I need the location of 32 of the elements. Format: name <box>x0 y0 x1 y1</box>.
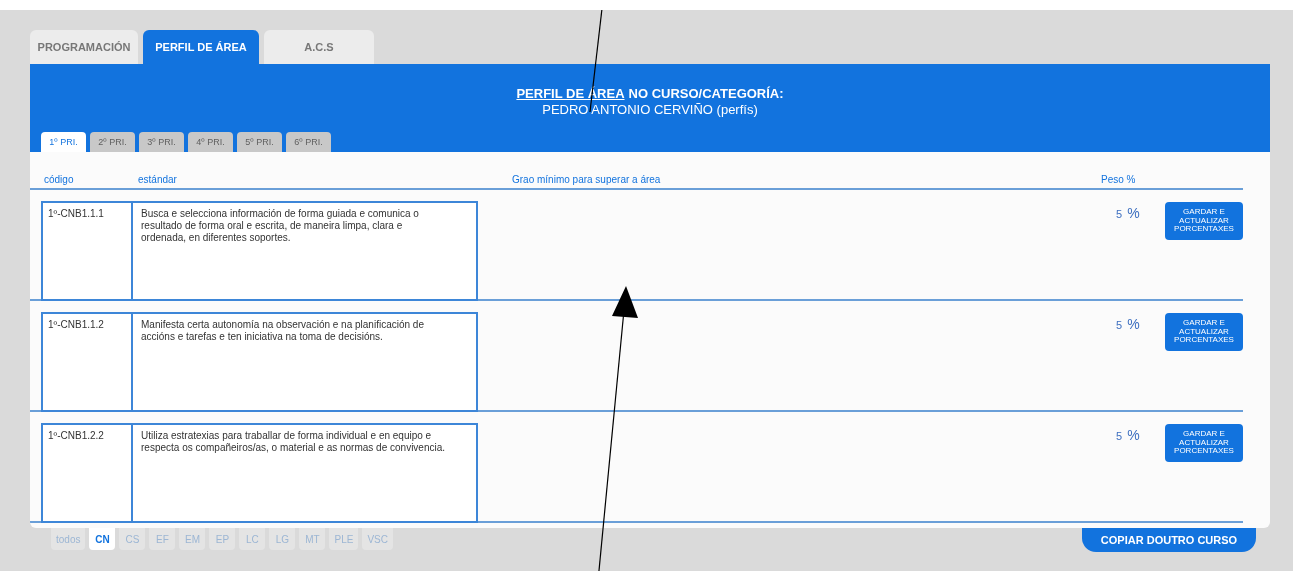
column-header: código <box>44 174 74 185</box>
course-tab[interactable]: 6º PRI. <box>286 132 331 152</box>
copy-button[interactable]: COPIAR DOUTRO CURSO <box>1082 528 1256 552</box>
save-button[interactable]: GARDAR E ACTUALIZAR PORCENTAXES <box>1165 313 1243 351</box>
weight-value: 5 <box>1116 319 1123 331</box>
standard-cell-text: Busca e selecciona información de forma guiada e comunica o resultado de forma oral e escrita, de maneira limpa, clara e ordenada, en diferentes soportes. <box>140 207 420 245</box>
course-tab[interactable]: 2º PRI. <box>90 132 135 152</box>
percent-sign: % <box>1127 427 1140 443</box>
weight-value: 5 <box>1116 430 1123 442</box>
percent-sign: % <box>1127 316 1140 332</box>
standard-cell-text: Utiliza estratexias para traballar de forma individual e en equipo e respecta os compañeiros/as, o material e as normas de convivencia. <box>140 429 447 455</box>
column-header: estándar <box>138 174 177 185</box>
percent-sign: % <box>1127 205 1140 221</box>
header-title: NO CURSO/CATEGORÍA: <box>628 86 784 101</box>
code-cell: 1º-CNB1.2.2 <box>43 425 133 521</box>
course-tab[interactable]: 4º PRI. <box>188 132 233 152</box>
area-tab[interactable]: CN <box>89 528 116 550</box>
header-subtitle: PEDRO ANTONIO CERVIÑO (perfís) <box>542 102 758 117</box>
code-cell: 1º-CNB1.1.1 <box>43 203 133 299</box>
code-cell: 1º-CNB1.1.2 <box>43 314 133 410</box>
save-button[interactable]: GARDAR E ACTUALIZAR PORCENTAXES <box>1165 202 1243 240</box>
column-header: Grao mínimo para superar a área <box>512 174 661 185</box>
tab[interactable]: A.C.S <box>264 30 374 64</box>
course-tab[interactable]: 5º PRI. <box>237 132 282 152</box>
course-tab[interactable]: 3º PRI. <box>139 132 184 152</box>
weight-value: 5 <box>1116 208 1123 220</box>
tab[interactable]: PERFIL DE ÁREA <box>143 30 259 64</box>
course-tab[interactable]: 1º PRI. <box>41 132 86 152</box>
column-header: Peso % <box>1101 174 1136 185</box>
save-button[interactable]: GARDAR E ACTUALIZAR PORCENTAXES <box>1165 424 1243 462</box>
standard-cell-text: Manifesta certa autonomía na observación e na planificación de accións e tarefas e ten iniciativa na toma de decisións. <box>140 318 425 344</box>
tab[interactable]: PROGRAMACIÓN <box>30 30 138 64</box>
